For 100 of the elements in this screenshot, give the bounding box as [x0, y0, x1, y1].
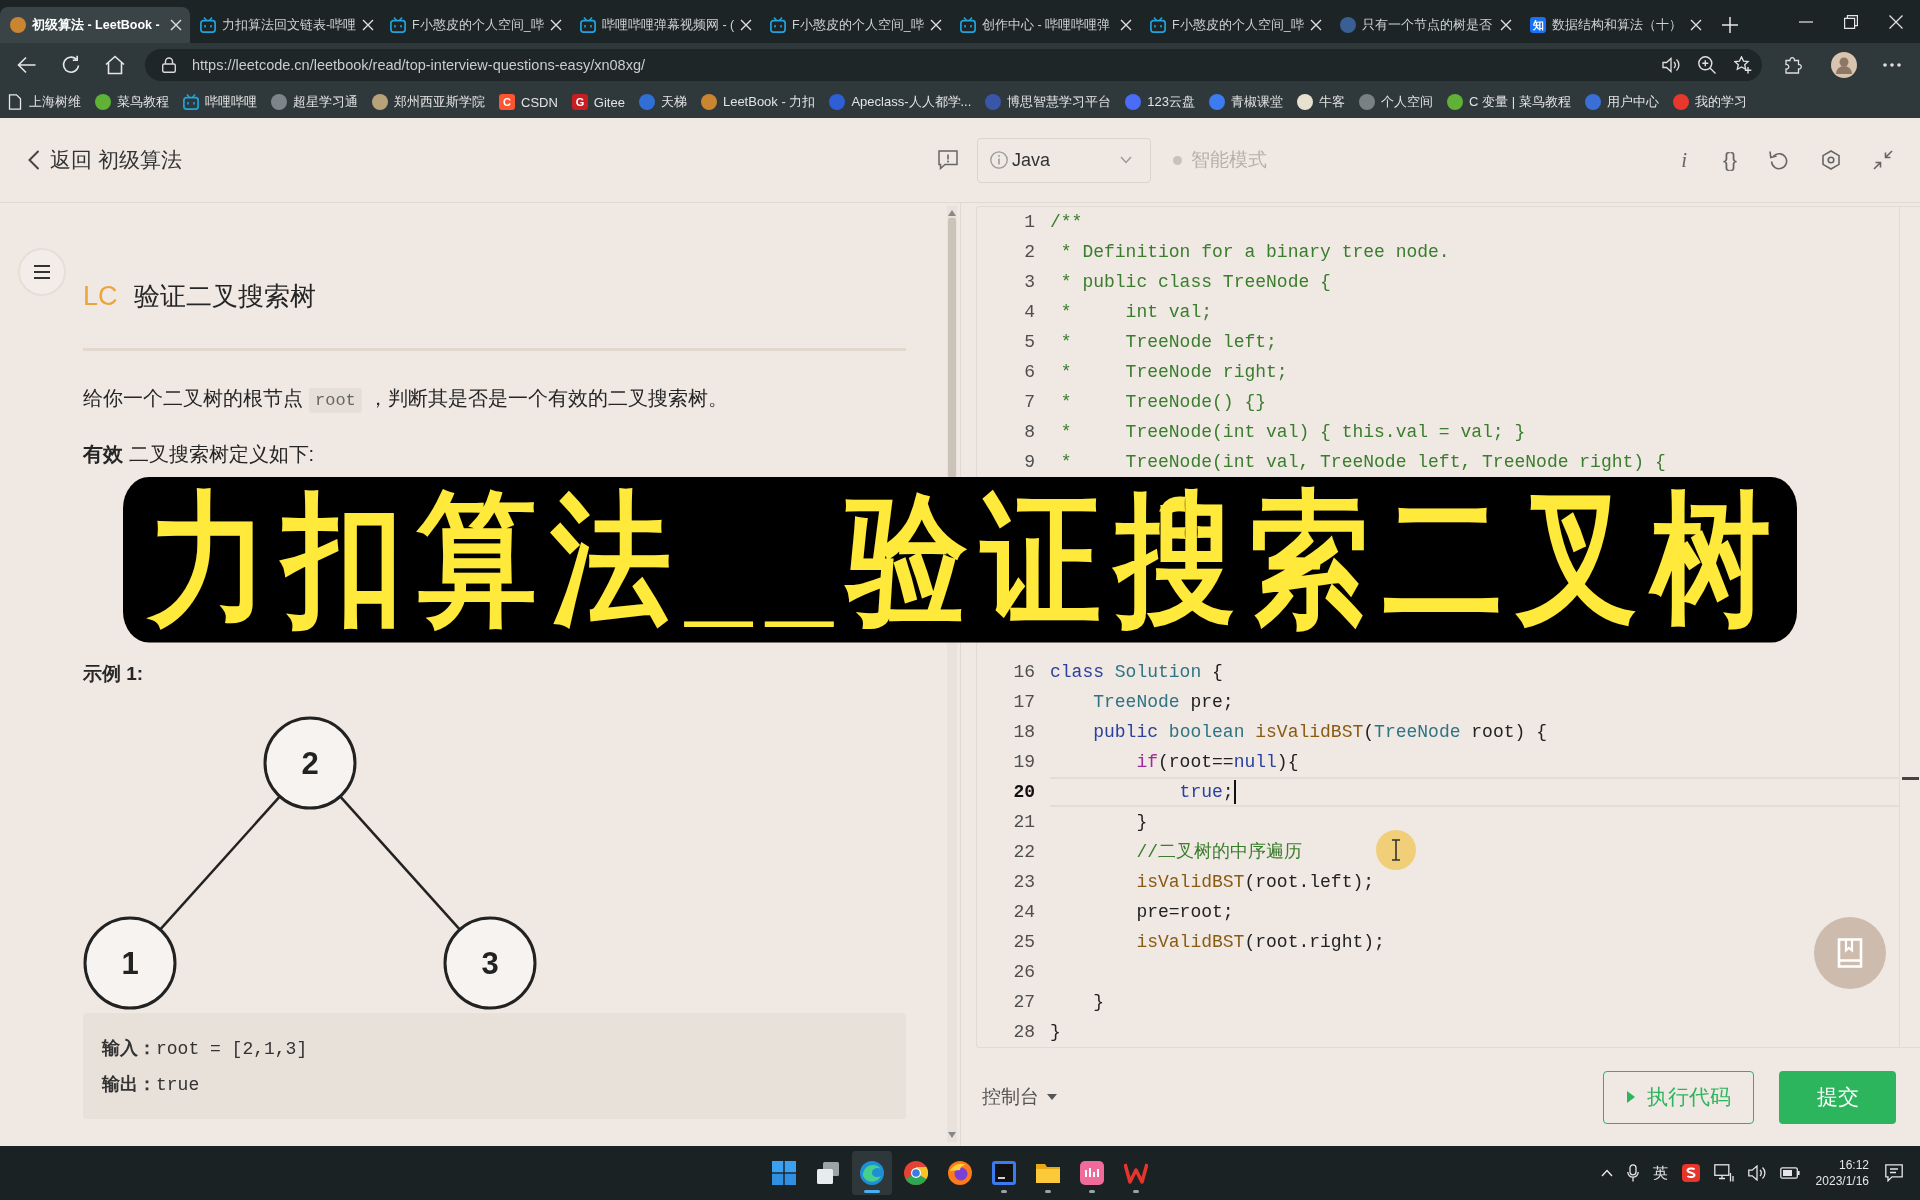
close-icon[interactable] [1310, 19, 1322, 31]
menu-button[interactable] [19, 250, 64, 294]
format-code-button[interactable]: {} [1722, 148, 1737, 172]
close-icon[interactable] [362, 19, 375, 31]
info-button[interactable]: i [1677, 148, 1691, 172]
line-number: 9 [1023, 451, 1035, 474]
line-number: 7 [1023, 391, 1035, 414]
address-bar[interactable]: https://leetcode.cn/leetbook/read/top-interview-questions-easy/xn08xg/ [145, 48, 1762, 81]
close-icon[interactable] [1120, 19, 1132, 31]
console-toggle[interactable]: 控制台 [982, 1084, 1057, 1110]
scroll-down-icon[interactable] [948, 1132, 956, 1138]
notification-icon[interactable] [1885, 1164, 1903, 1182]
code-line: isValidBST(root.left); [1136, 871, 1375, 894]
settings-icon[interactable] [1821, 150, 1841, 170]
refresh-icon[interactable] [61, 54, 81, 75]
back-link[interactable]: 返回 初级算法 [28, 146, 182, 174]
close-icon[interactable] [1690, 19, 1702, 31]
read-aloud-icon[interactable] [1662, 55, 1680, 74]
clock-date[interactable]: 2023/1/16 [1815, 1173, 1869, 1189]
code-line: isValidBST(root.right); [1136, 931, 1385, 954]
close-icon[interactable] [170, 19, 182, 31]
bookmark[interactable]: 我的学习 [1672, 93, 1747, 111]
line-number: 2 [1023, 241, 1035, 264]
browser-tab[interactable]: 知 数据结构和算法（十） [1520, 7, 1710, 43]
browser-tab[interactable]: 哔哩哔哩弹幕视频网 - ( [570, 7, 760, 43]
line-number: 1 [1023, 211, 1035, 234]
play-icon [1626, 1091, 1635, 1103]
line-number: 25 [1012, 931, 1035, 954]
bookmark[interactable]: 上海树维 [7, 93, 81, 111]
add-favorite-icon[interactable] [1734, 55, 1752, 74]
profile-avatar[interactable] [1831, 51, 1857, 78]
chevron-up-icon[interactable] [1600, 1169, 1613, 1177]
microphone-icon[interactable] [1626, 1164, 1639, 1182]
code-line: } [1136, 811, 1148, 834]
line-number: 21 [1012, 811, 1035, 834]
close-icon[interactable] [740, 19, 753, 31]
bookmark[interactable]: 郑州西亚斯学院 [372, 93, 485, 111]
bookmark[interactable]: 超星学习通 [271, 93, 358, 111]
line-number: 17 [1012, 691, 1035, 714]
puzzle-piece-icon[interactable] [1785, 55, 1803, 74]
scroll-up-icon[interactable] [948, 210, 956, 216]
zoom-in-icon[interactable] [1698, 55, 1716, 74]
restore-icon[interactable] [1844, 15, 1858, 29]
browser-tab[interactable]: 创作中心 - 哔哩哔哩弹 [950, 7, 1140, 43]
browser-tab[interactable]: F小憨皮的个人空间_哔 [1140, 7, 1330, 43]
tv-icon [390, 17, 406, 33]
more-icon[interactable] [1883, 62, 1901, 67]
grid-icon [772, 1161, 796, 1185]
bookmark[interactable]: 青椒课堂 [1209, 93, 1284, 111]
bookmark[interactable]: 用户中心 [1584, 93, 1659, 111]
close-icon[interactable] [550, 19, 562, 31]
orb-icon [948, 1161, 972, 1185]
bookmark[interactable]: 菜鸟教程 [95, 93, 169, 111]
browser-tab[interactable]: F小憨皮的个人空间_哔 [760, 7, 950, 43]
bookmark[interactable]: 123云盘 [1125, 93, 1196, 111]
clock-time[interactable]: 16:12 [1838, 1157, 1869, 1173]
browser-tab[interactable]: F小憨皮的个人空间_哔 [380, 7, 570, 43]
tree-node: 1 [83, 916, 177, 1010]
code-line: * TreeNode left; [1060, 331, 1277, 354]
home-icon[interactable] [105, 54, 125, 75]
taskbar-button[interactable] [852, 1151, 892, 1195]
back-icon[interactable] [17, 54, 37, 75]
close-icon[interactable] [930, 19, 942, 31]
bookmark[interactable]: 博思智慧学习平台 [985, 93, 1112, 111]
line-number: 27 [1012, 991, 1035, 1014]
close-icon[interactable] [1889, 15, 1903, 29]
problem-title: 验证二叉搜索树 [133, 279, 316, 313]
speaker-icon[interactable] [1747, 1165, 1766, 1181]
line-number: 16 [1012, 661, 1035, 684]
feedback-icon[interactable] [938, 150, 958, 170]
input-language-indicator[interactable]: 英 [1652, 1163, 1668, 1183]
bookmark[interactable]: C CSDN [499, 94, 558, 110]
problem-description: 给你一个二叉树的根节点 root ，判断其是否是一个有效的二叉搜索树。 [83, 383, 906, 416]
line-number: 23 [1012, 871, 1035, 894]
battery-icon[interactable] [1779, 1167, 1800, 1179]
bookmark[interactable]: G Gitee [571, 94, 625, 110]
bookmark[interactable]: C 变量 | 菜鸟教程 [1447, 93, 1571, 111]
monitor-icon[interactable] [1713, 1164, 1734, 1182]
letter-tile-icon: 知 [1530, 17, 1546, 33]
code-line: } [1050, 1021, 1061, 1044]
browser-tab[interactable]: 只有一个节点的树是否 [1330, 7, 1520, 43]
code-line: * TreeNode(int val) { this.val = val; } [1060, 421, 1526, 444]
bookmark[interactable]: 哔哩哔哩 [183, 93, 257, 111]
letter-tile-icon: C [499, 94, 515, 110]
plus-icon[interactable] [1722, 17, 1738, 33]
bookmark[interactable]: 牛客 [1297, 93, 1346, 111]
bookmark[interactable]: Apeclass-人人都学... [829, 93, 972, 111]
close-icon[interactable] [1500, 19, 1512, 31]
code-line: * TreeNode() {} [1060, 391, 1267, 414]
code-line: public boolean isValidBST(TreeNode root) { [1093, 721, 1547, 744]
bookmark[interactable]: 个人空间 [1359, 93, 1434, 111]
browser-tab[interactable]: 初级算法 - LeetBook - [0, 7, 190, 43]
line-number: 24 [1012, 901, 1035, 924]
s-curve-icon[interactable] [1681, 1164, 1700, 1182]
bookmark[interactable]: 天梯 [638, 93, 687, 111]
undo-icon[interactable] [1769, 150, 1789, 170]
exit-fullscreen-icon[interactable] [1873, 150, 1893, 170]
browser-tab[interactable]: 力扣算法回文链表-哔哩 [190, 7, 380, 43]
language-select[interactable]: Java [977, 137, 1151, 183]
bookmark[interactable]: LeetBook - 力扣 [700, 93, 816, 111]
